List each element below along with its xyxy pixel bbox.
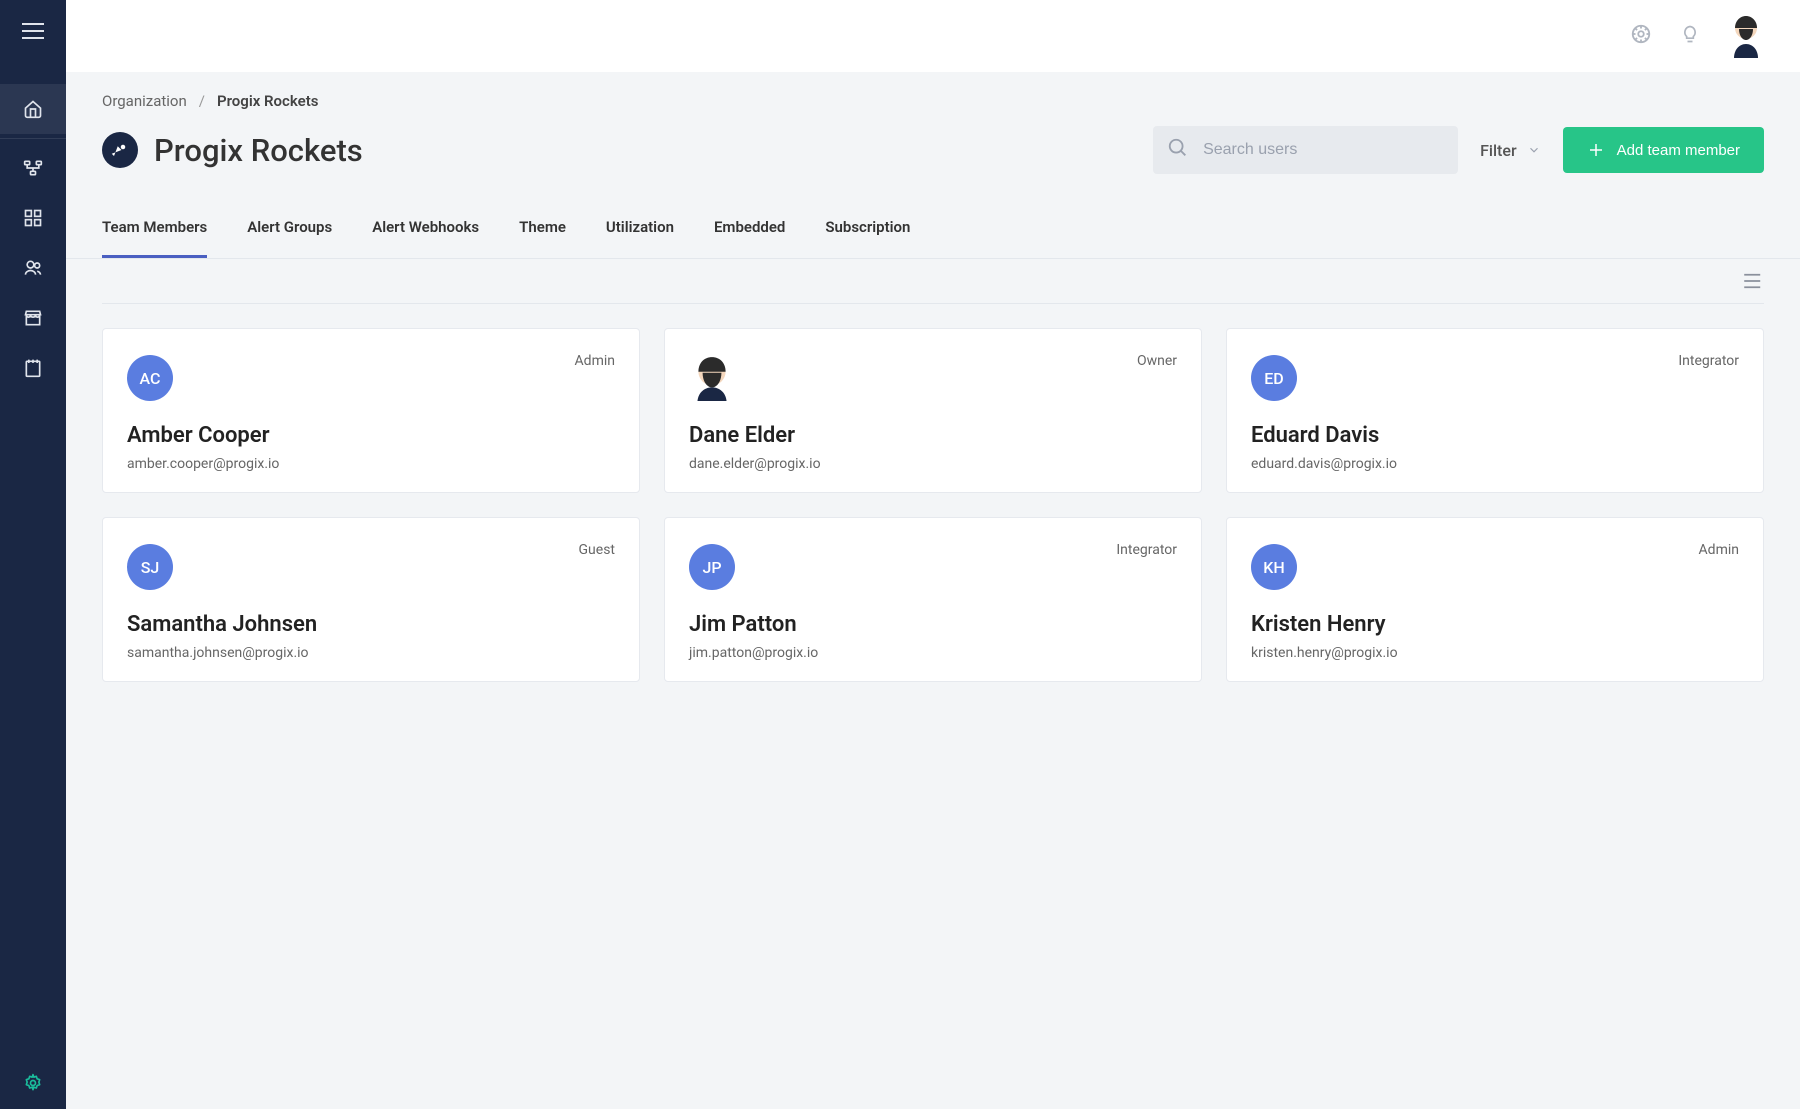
- sidebar-item-apps[interactable]: [0, 193, 66, 243]
- add-team-member-button[interactable]: Add team member: [1563, 127, 1764, 173]
- member-card[interactable]: Guest SJ Samantha Johnsen samantha.johns…: [102, 517, 640, 682]
- tabs: Team Members Alert Groups Alert Webhooks Th…: [66, 202, 1800, 259]
- member-name: Kristen Henry: [1251, 612, 1739, 637]
- member-card[interactable]: Integrator JP Jim Patton jim.patton@prog…: [664, 517, 1202, 682]
- breadcrumb-root[interactable]: Organization: [102, 92, 187, 110]
- breadcrumb-current: Progix Rockets: [217, 92, 318, 110]
- lightbulb-icon[interactable]: [1680, 23, 1700, 49]
- tab-utilization[interactable]: Utilization: [606, 202, 674, 258]
- member-name: Dane Elder: [689, 423, 1177, 448]
- avatar: JP: [689, 544, 735, 590]
- member-card[interactable]: Integrator ED Eduard Davis eduard.davis@…: [1226, 328, 1764, 493]
- search-icon: [1167, 137, 1189, 163]
- settings-icon[interactable]: [1630, 23, 1652, 49]
- tab-alert-webhooks[interactable]: Alert Webhooks: [372, 202, 479, 258]
- breadcrumb: Organization / Progix Rockets: [102, 92, 1764, 110]
- search-input[interactable]: [1153, 126, 1458, 174]
- sidebar-item-notes[interactable]: [0, 343, 66, 393]
- chevron-down-icon: [1527, 143, 1541, 157]
- tab-embedded[interactable]: Embedded: [714, 202, 785, 258]
- member-card[interactable]: Admin AC Amber Cooper amber.cooper@progi…: [102, 328, 640, 493]
- member-card[interactable]: Owner Dane Elder dane.elder@progix.io: [664, 328, 1202, 493]
- member-email: eduard.davis@progix.io: [1251, 456, 1739, 472]
- sidebar-item-users[interactable]: [0, 243, 66, 293]
- sidebar-item-flows[interactable]: [0, 143, 66, 193]
- filter-dropdown[interactable]: Filter: [1480, 141, 1541, 160]
- menu-toggle-icon[interactable]: [22, 22, 44, 44]
- breadcrumb-separator: /: [199, 92, 205, 110]
- tab-subscription[interactable]: Subscription: [825, 202, 910, 258]
- member-role: Admin: [1699, 542, 1739, 558]
- cards-toolbar: [102, 273, 1764, 304]
- member-name: Eduard Davis: [1251, 423, 1739, 448]
- member-email: jim.patton@progix.io: [689, 645, 1177, 661]
- member-role: Integrator: [1678, 353, 1739, 369]
- sidebar-divider: [0, 138, 66, 139]
- avatar: SJ: [127, 544, 173, 590]
- add-button-label: Add team member: [1617, 142, 1740, 159]
- topbar: [66, 0, 1800, 72]
- member-email: kristen.henry@progix.io: [1251, 645, 1739, 661]
- member-role: Admin: [575, 353, 615, 369]
- member-role: Guest: [579, 542, 615, 558]
- avatar: ED: [1251, 355, 1297, 401]
- avatar: KH: [1251, 544, 1297, 590]
- list-view-icon[interactable]: [1744, 273, 1764, 293]
- member-name: Amber Cooper: [127, 423, 615, 448]
- member-name: Jim Patton: [689, 612, 1177, 637]
- search-container: [1153, 126, 1458, 174]
- member-card[interactable]: Admin KH Kristen Henry kristen.henry@pro…: [1226, 517, 1764, 682]
- member-role: Integrator: [1116, 542, 1177, 558]
- main-content: Organization / Progix Rockets Progix Roc…: [66, 0, 1800, 1109]
- avatar: [689, 355, 735, 401]
- member-email: amber.cooper@progix.io: [127, 456, 615, 472]
- sidebar-settings[interactable]: [0, 1073, 66, 1093]
- page-header: Organization / Progix Rockets Progix Roc…: [66, 72, 1800, 174]
- tab-theme[interactable]: Theme: [519, 202, 566, 258]
- member-email: samantha.johnsen@progix.io: [127, 645, 615, 661]
- sidebar-item-home[interactable]: [0, 84, 66, 134]
- avatar: AC: [127, 355, 173, 401]
- page-title: Progix Rockets: [154, 132, 1137, 169]
- user-avatar[interactable]: [1728, 14, 1764, 58]
- member-cards-grid: Admin AC Amber Cooper amber.cooper@progi…: [66, 304, 1800, 722]
- sidebar-item-storefront[interactable]: [0, 293, 66, 343]
- sidebar: [0, 0, 66, 1109]
- member-role: Owner: [1137, 353, 1177, 369]
- tab-alert-groups[interactable]: Alert Groups: [247, 202, 332, 258]
- page-icon: [102, 132, 138, 168]
- member-name: Samantha Johnsen: [127, 612, 615, 637]
- tab-team-members[interactable]: Team Members: [102, 202, 207, 258]
- filter-label: Filter: [1480, 141, 1517, 160]
- plus-icon: [1587, 141, 1605, 159]
- member-email: dane.elder@progix.io: [689, 456, 1177, 472]
